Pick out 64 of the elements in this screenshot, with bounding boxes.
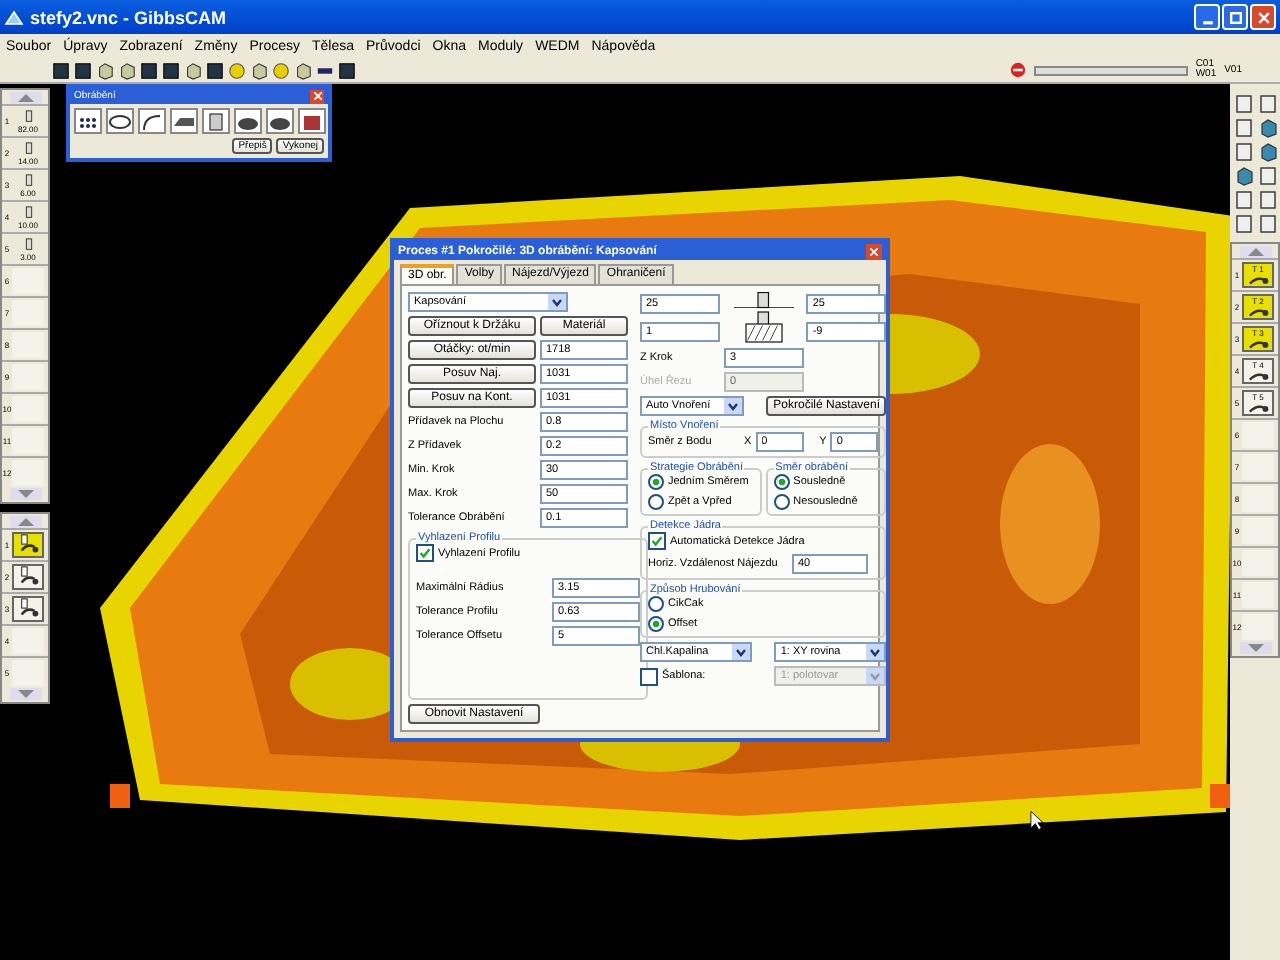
caret-icon (866, 668, 885, 684)
drill-icon (21, 205, 35, 219)
radio-button[interactable] (648, 596, 664, 612)
radio-button[interactable] (648, 616, 664, 632)
cloud-icon[interactable] (106, 108, 134, 134)
close-icon (311, 90, 323, 102)
square-icon[interactable] (206, 61, 224, 79)
blob-icon[interactable] (234, 108, 262, 134)
process-button[interactable] (12, 564, 44, 590)
maximize-button[interactable] (1222, 4, 1248, 30)
dots-icon[interactable] (74, 108, 102, 134)
caret-icon (724, 398, 742, 414)
checkbox[interactable] (640, 667, 658, 685)
square-icon[interactable] (140, 61, 158, 79)
app-icon (4, 7, 24, 27)
checkbox[interactable] (648, 532, 666, 550)
stop-icon[interactable] (1009, 62, 1026, 78)
cursor-icon (1030, 810, 1044, 832)
radio-button[interactable] (648, 474, 664, 490)
slab-icon[interactable] (170, 108, 198, 134)
drill-icon (21, 237, 35, 251)
square-icon[interactable] (74, 61, 92, 79)
square-icon[interactable] (52, 61, 70, 79)
tool-clearance-drawing (733, 292, 794, 344)
scroll-down-icon[interactable] (1239, 642, 1271, 654)
caret-icon (866, 644, 885, 660)
maximize-icon (1227, 9, 1243, 25)
drill-icon (21, 109, 35, 123)
close-button[interactable] (310, 89, 324, 103)
scroll-down-icon[interactable] (9, 488, 41, 500)
radio-button[interactable] (773, 494, 790, 510)
close-button[interactable] (1250, 4, 1276, 30)
mill-icon (17, 566, 39, 588)
close-button[interactable] (866, 243, 882, 259)
scroll-down-icon[interactable] (9, 688, 41, 700)
minimize-button[interactable] (1194, 4, 1220, 30)
window-title: stefy2.vnc - GibbsCAM (30, 7, 229, 27)
mill-icon (17, 534, 39, 556)
square-icon[interactable] (162, 61, 180, 79)
machine-icon[interactable] (202, 108, 230, 134)
mill-icon (1247, 402, 1269, 414)
square-icon[interactable] (338, 61, 356, 79)
close-icon (1255, 9, 1271, 25)
mill-icon (1247, 338, 1269, 350)
mill-icon (1247, 370, 1269, 382)
mill-icon (1247, 274, 1269, 286)
scroll-up-icon[interactable] (9, 92, 41, 104)
process-button[interactable] (12, 596, 44, 622)
caret-icon (732, 644, 750, 660)
blob-icon[interactable] (266, 108, 294, 134)
radio-button[interactable] (773, 474, 790, 490)
circle-icon[interactable] (272, 61, 290, 79)
caret-icon (548, 294, 566, 310)
drill-icon (21, 141, 35, 155)
mill-icon (17, 598, 39, 620)
process-button[interactable] (12, 532, 44, 558)
circle-icon[interactable] (228, 61, 246, 79)
mill-icon (1247, 306, 1269, 318)
arc-icon[interactable] (138, 108, 166, 134)
drill-icon (21, 173, 35, 187)
close-icon (868, 245, 880, 257)
scroll-up-icon[interactable] (1239, 246, 1271, 258)
checkbox[interactable] (416, 544, 434, 562)
radio-button[interactable] (648, 494, 664, 510)
